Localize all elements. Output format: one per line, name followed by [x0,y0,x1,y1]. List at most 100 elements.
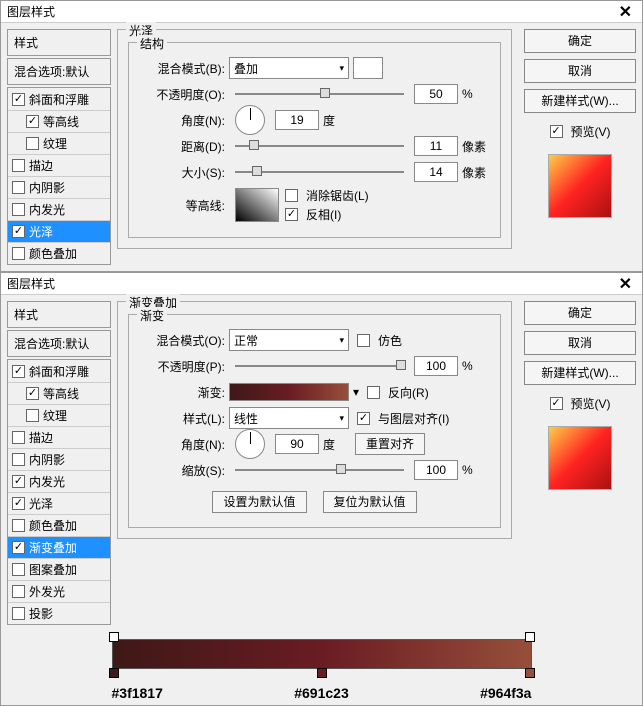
preview-checkbox[interactable]: 预览(V) [524,123,636,140]
checkbox-icon[interactable] [26,387,39,400]
gradient-editor: #3f1817 #691c23 #964f3a [112,639,532,701]
checkbox-icon[interactable] [12,181,25,194]
checkbox-icon[interactable] [26,137,39,150]
ok-button[interactable]: 确定 [524,29,636,53]
blend-options-header[interactable]: 混合选项:默认 [7,58,111,85]
checkbox-icon[interactable] [12,519,25,532]
sidebar-item[interactable]: 纹理 [8,132,110,154]
checkbox-icon[interactable] [12,453,25,466]
checkbox-icon[interactable] [12,93,25,106]
checkbox-icon[interactable] [12,563,25,576]
sidebar-item[interactable]: 斜面和浮雕 [8,360,110,382]
reset-align-button[interactable]: 重置对齐 [355,433,425,455]
sidebar-item[interactable]: 等高线 [8,382,110,404]
checkbox-icon[interactable] [12,585,25,598]
style-list: 斜面和浮雕等高线纹理描边内阴影内发光光泽颜色叠加渐变叠加图案叠加外发光投影 [7,359,111,625]
sidebar-item-label: 图案叠加 [29,561,77,578]
gradient-bar[interactable] [112,639,532,669]
sidebar-item[interactable]: 渐变叠加 [8,536,110,558]
angle-dial[interactable] [235,105,265,135]
opacity-slider[interactable] [235,365,404,367]
sidebar-item-label: 颜色叠加 [29,245,77,262]
opacity-field[interactable]: 100 [414,356,458,376]
sidebar-item[interactable]: 内阴影 [8,176,110,198]
color-stop-1[interactable] [109,668,119,678]
checkbox-icon[interactable] [26,115,39,128]
sidebar-item[interactable]: 外发光 [8,580,110,602]
cancel-button[interactable]: 取消 [524,331,636,355]
sidebar-item[interactable]: 投影 [8,602,110,624]
sidebar-item[interactable]: 内阴影 [8,448,110,470]
checkbox-icon[interactable] [12,159,25,172]
sidebar-item[interactable]: 图案叠加 [8,558,110,580]
main-panel: 渐变叠加 渐变 混合模式(O): 正常▾ 仿色 不透明度(P): 100 % [117,301,512,625]
antialias-checkbox[interactable]: 消除锯齿(L) [285,187,369,204]
new-style-button[interactable]: 新建样式(W)... [524,89,636,113]
dither-checkbox[interactable]: 仿色 [357,332,402,349]
styles-header[interactable]: 样式 [7,29,111,56]
sidebar-item[interactable]: 内发光 [8,470,110,492]
checkbox-icon[interactable] [12,431,25,444]
sidebar-item[interactable]: 光泽 [8,220,110,242]
sidebar-item[interactable]: 光泽 [8,492,110,514]
distance-field[interactable]: 11 [414,136,458,156]
sidebar-item-label: 内发光 [29,201,65,218]
checkbox-icon[interactable] [12,365,25,378]
checkbox-icon[interactable] [12,541,25,554]
reset-default-button[interactable]: 复位为默认值 [323,491,417,513]
sidebar-item[interactable]: 斜面和浮雕 [8,88,110,110]
opacity-stop-right[interactable] [525,632,535,642]
color-stop-2[interactable] [317,668,327,678]
distance-slider[interactable] [235,145,404,147]
chevron-down-icon[interactable]: ▾ [353,385,359,399]
structure-group: 结构 混合模式(B): 叠加▾ 不透明度(O): 50 % 角度(N): [128,42,501,238]
angle-field[interactable]: 90 [275,434,319,454]
blend-mode-select[interactable]: 叠加▾ [229,57,349,79]
size-label: 大小(S): [139,164,229,181]
checkbox-icon[interactable] [12,225,25,238]
sidebar-item[interactable]: 颜色叠加 [8,514,110,536]
checkbox-icon[interactable] [12,475,25,488]
opacity-slider[interactable] [235,93,404,95]
contour-picker[interactable] [235,188,279,222]
color-stop-3[interactable] [525,668,535,678]
checkbox-icon[interactable] [12,607,25,620]
opacity-stop-left[interactable] [109,632,119,642]
invert-checkbox[interactable]: 反相(I) [285,206,369,223]
sidebar-item[interactable]: 颜色叠加 [8,242,110,264]
checkbox-icon[interactable] [26,409,39,422]
angle-dial[interactable] [235,429,265,459]
checkbox-icon[interactable] [12,203,25,216]
ok-button[interactable]: 确定 [524,301,636,325]
gradient-picker[interactable] [229,383,349,401]
blend-mode-label: 混合模式(O): [139,332,229,349]
sidebar-item[interactable]: 纹理 [8,404,110,426]
new-style-button[interactable]: 新建样式(W)... [524,361,636,385]
size-slider[interactable] [235,171,404,173]
blend-mode-select[interactable]: 正常▾ [229,329,349,351]
color-swatch[interactable] [353,57,383,79]
reverse-checkbox[interactable]: 反向(R) [367,384,429,401]
layer-style-dialog-2: 图层样式 ✕ 样式 混合选项:默认 斜面和浮雕等高线纹理描边内阴影内发光光泽颜色… [0,272,643,706]
styles-header[interactable]: 样式 [7,301,111,328]
close-icon[interactable]: ✕ [615,274,636,294]
angle-field[interactable]: 19 [275,110,319,130]
make-default-button[interactable]: 设置为默认值 [212,491,306,513]
sidebar-item[interactable]: 描边 [8,426,110,448]
sidebar-item[interactable]: 等高线 [8,110,110,132]
size-field[interactable]: 14 [414,162,458,182]
checkbox-icon[interactable] [12,247,25,260]
blend-options-header[interactable]: 混合选项:默认 [7,330,111,357]
opacity-field[interactable]: 50 [414,84,458,104]
sidebar-item[interactable]: 描边 [8,154,110,176]
align-checkbox[interactable]: 与图层对齐(I) [357,410,449,427]
close-icon[interactable]: ✕ [615,2,636,22]
sidebar-item[interactable]: 内发光 [8,198,110,220]
scale-field[interactable]: 100 [414,460,458,480]
sidebar-item-label: 描边 [29,429,53,446]
checkbox-icon[interactable] [12,497,25,510]
preview-checkbox[interactable]: 预览(V) [524,395,636,412]
scale-slider[interactable] [235,469,404,471]
cancel-button[interactable]: 取消 [524,59,636,83]
style-select[interactable]: 线性▾ [229,407,349,429]
